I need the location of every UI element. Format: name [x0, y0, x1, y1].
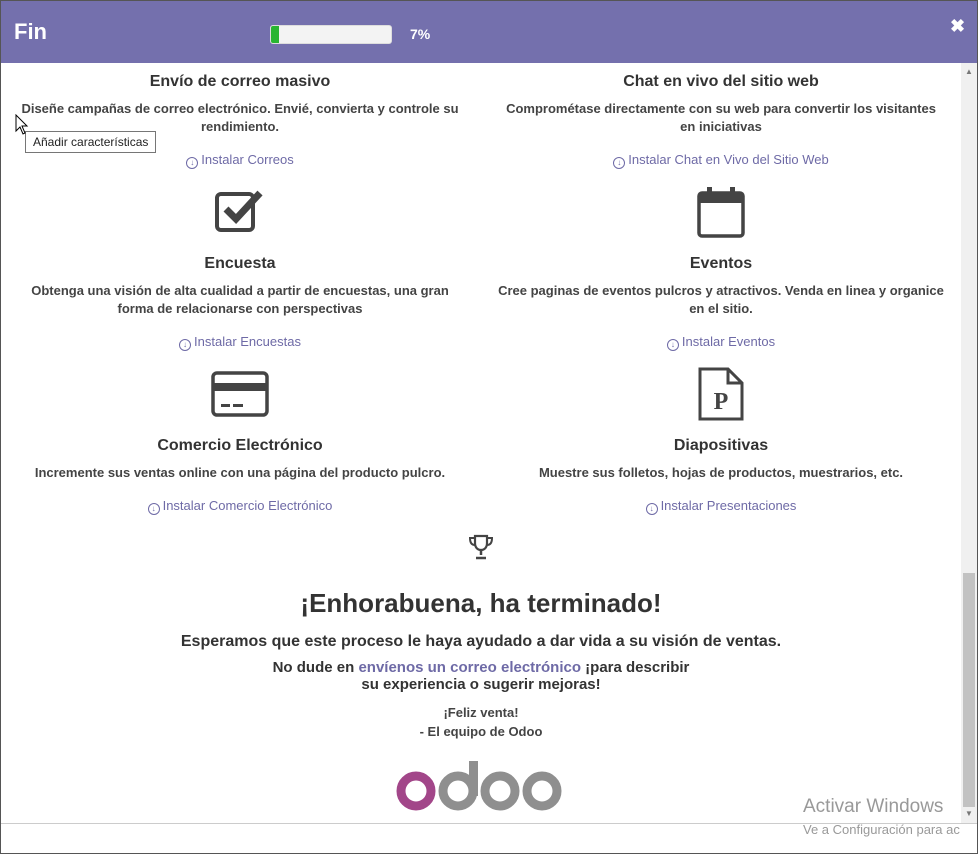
- windows-activation-watermark: Activar Windows Ve a Configuración para …: [803, 796, 960, 837]
- signature: ¡Feliz venta! - El equipo de Odoo: [1, 703, 961, 741]
- install-survey-link[interactable]: ↓ Instalar Encuestas: [5, 334, 475, 351]
- download-icon: ↓: [147, 503, 160, 515]
- checkbox-icon: [5, 183, 475, 241]
- svg-text:P: P: [714, 389, 729, 415]
- vertical-scrollbar[interactable]: ▲ ▼: [961, 63, 977, 823]
- completion-section: ¡Enhorabuena, ha terminado! Esperamos qu…: [1, 533, 961, 820]
- download-icon: ↓: [613, 157, 626, 169]
- close-icon[interactable]: ✖: [950, 16, 965, 37]
- feature-survey: Encuesta Obtenga una visión de alta cual…: [5, 183, 475, 351]
- dialog-body: Envío de correo masivo Diseñe campañas d…: [1, 63, 961, 823]
- install-link-label: Instalar Eventos: [681, 334, 776, 349]
- feature-title: Diapositivas: [673, 437, 769, 454]
- email-us-link[interactable]: envíenos un correo electrónico: [358, 659, 581, 676]
- credit-card-icon: [5, 365, 475, 423]
- feature-title: Comercio Electrónico: [157, 437, 323, 454]
- presentation-file-icon: P: [486, 365, 956, 423]
- install-slides-link[interactable]: ↓ Instalar Presentaciones: [486, 498, 956, 515]
- dialog-title: Fin: [14, 19, 47, 44]
- calendar-icon: [486, 183, 956, 241]
- install-link-label: Instalar Correos: [201, 152, 294, 167]
- dialog-header: Fin 7% ✖: [1, 1, 977, 63]
- feature-website-livechat: Chat en vivo del sitio web Comprométase …: [486, 73, 956, 169]
- feature-title: Encuesta: [204, 255, 276, 272]
- feature-slides: P Diapositivas Muestre sus folletos, hoj…: [486, 365, 956, 515]
- install-ecommerce-link[interactable]: ↓ Instalar Comercio Electrónico: [5, 498, 475, 515]
- download-icon: ↓: [179, 339, 192, 351]
- feature-description: Obtenga una visión de alta cualidad a pa…: [31, 283, 449, 316]
- install-link-label: Instalar Chat en Vivo del Sitio Web: [628, 152, 829, 167]
- feedback-message: No dude en envíenos un correo electrónic…: [1, 659, 961, 693]
- feature-description: Incremente sus ventas online con una pág…: [34, 465, 446, 480]
- install-mailing-link[interactable]: ↓ Instalar Correos: [5, 152, 475, 169]
- install-link-label: Instalar Encuestas: [194, 334, 301, 349]
- download-icon: ↓: [645, 503, 658, 515]
- feature-title: Eventos: [689, 255, 753, 272]
- feature-mass-mailing: Envío de correo masivo Diseñe campañas d…: [5, 73, 475, 169]
- signature-line: - El equipo de Odoo: [419, 724, 543, 739]
- feature-description: Muestre sus folletos, hojas de productos…: [538, 465, 904, 480]
- scrollbar-thumb[interactable]: [963, 573, 975, 807]
- completion-heading: ¡Enhorabuena, ha terminado!: [300, 588, 662, 618]
- trophy-icon: [1, 533, 961, 566]
- scroll-up-icon[interactable]: ▲: [965, 67, 973, 76]
- watermark-title: Activar Windows: [803, 796, 944, 817]
- feedback-text: No dude en: [272, 659, 359, 676]
- install-link-label: Instalar Comercio Electrónico: [162, 498, 333, 513]
- progress-percent: 7%: [410, 26, 431, 42]
- feature-description: Cree paginas de eventos pulcros y atract…: [498, 283, 944, 316]
- install-events-link[interactable]: ↓ Instalar Eventos: [486, 334, 956, 351]
- progress-fill: [271, 26, 280, 43]
- feature-ecommerce: Comercio Electrónico Incremente sus vent…: [5, 365, 475, 515]
- download-icon: ↓: [186, 157, 199, 169]
- feedback-text: ¡para describir: [581, 659, 690, 676]
- feature-events: Eventos Cree paginas de eventos pulcros …: [486, 183, 956, 351]
- install-link-label: Instalar Presentaciones: [660, 498, 797, 513]
- feature-description: Comprométase directamente con su web par…: [506, 101, 936, 134]
- download-icon: ↓: [666, 339, 679, 351]
- signature-line: ¡Feliz venta!: [443, 705, 519, 720]
- install-livechat-link[interactable]: ↓ Instalar Chat en Vivo del Sitio Web: [486, 152, 956, 169]
- feedback-text: su experiencia o sugerir mejoras!: [361, 676, 601, 693]
- mouse-cursor-icon: [15, 114, 29, 135]
- wizard-dialog: Fin 7% ✖ Envío de correo masivo Diseñe c…: [0, 0, 978, 854]
- progress-bar: [270, 25, 392, 44]
- scroll-down-icon[interactable]: ▼: [965, 809, 973, 818]
- feature-title: Chat en vivo del sitio web: [623, 73, 819, 90]
- watermark-subtitle: Ve a Configuración para ac: [803, 822, 960, 837]
- feature-title: Envío de correo masivo: [149, 73, 331, 90]
- completion-message: Esperamos que este proceso le haya ayuda…: [180, 633, 782, 650]
- tooltip: Añadir características: [25, 131, 157, 153]
